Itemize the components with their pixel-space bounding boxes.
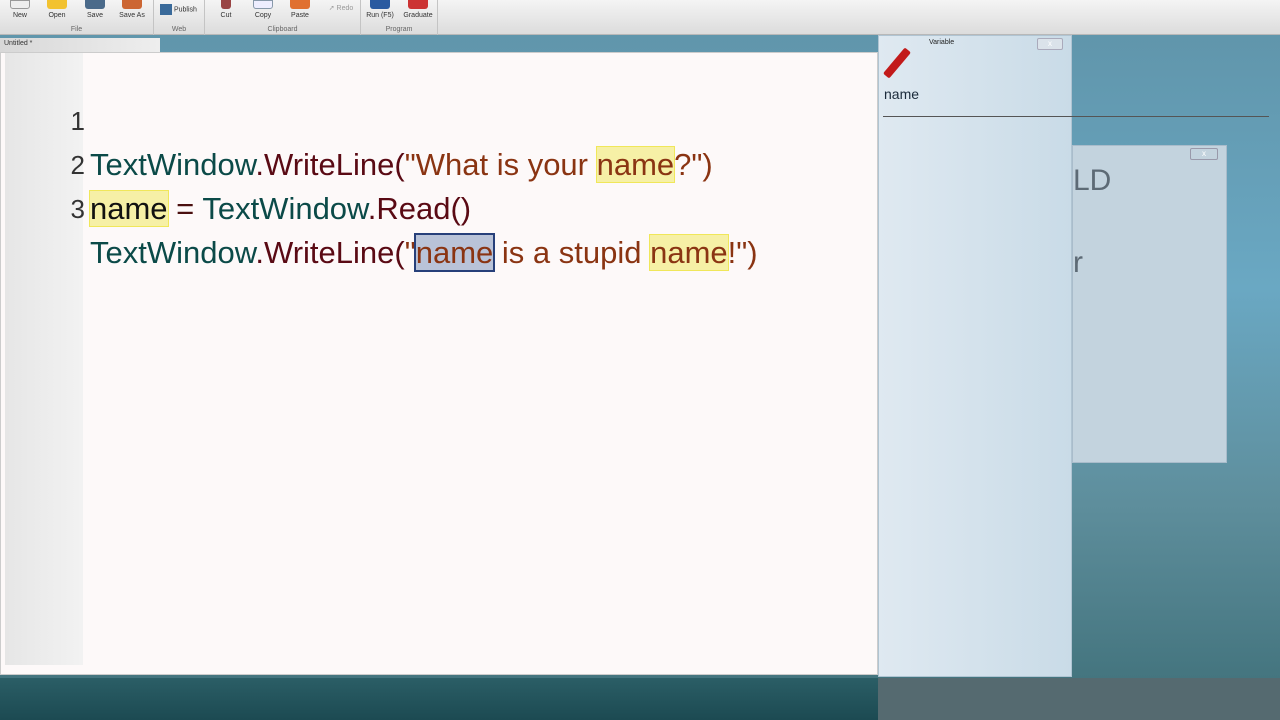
code-line: 2 name = TextWindow.Read() [1,99,471,227]
divider [883,116,1269,117]
cut-button[interactable]: Cut [209,0,243,19]
redo-button[interactable]: ➚ Redo [321,4,361,12]
variable-item[interactable]: name [884,86,919,102]
document-tab[interactable]: Untitled * [0,38,160,52]
save-as-button[interactable]: Save As [115,0,149,19]
highlighted-token: name [649,234,729,271]
open-button[interactable]: Open [40,0,74,19]
highlighted-token: name [89,190,169,227]
token: !") [727,235,758,270]
copy-button[interactable]: Copy [246,0,280,19]
clipboard-group: Cut Copy Paste ➚ Redo Clipboard [205,0,361,35]
variable-panel: Variable x name [878,35,1269,677]
token: TextWindow [90,147,256,182]
publish-button[interactable]: Publish [160,4,202,15]
ribbon-toolbar: New Open Save Save As File Publish Web C… [0,0,1280,35]
selected-token: name [413,233,496,272]
taskbar-right [878,678,1280,720]
paste-button[interactable]: Paste [283,0,317,19]
taskbar [0,678,878,720]
code-line: 3 TextWindow.WriteLine("name is a stupid… [1,143,758,272]
close-button[interactable]: x [1190,148,1218,160]
copy-icon [253,0,273,9]
web-group-label: Web [171,26,187,33]
token: TextWindow [202,191,368,226]
background-window: x LD r [1072,145,1227,463]
graduate-button[interactable]: Graduate [401,0,435,19]
clipboard-group-label: Clipboard [267,26,298,33]
file-group: New Open Save Save As File [0,0,154,35]
token: .WriteLine( [255,235,405,270]
graduate-icon [408,0,428,9]
token: " [404,235,416,270]
panel-title: Variable [929,39,955,46]
code-line: 1 TextWindow.WriteLine("What is your nam… [1,55,713,183]
line-number: 1 [70,106,85,136]
web-group: Publish Web [154,0,205,35]
line-number: 2 [70,150,85,180]
token: ?") [674,147,713,182]
program-group: Run (F5) Graduate Program [361,0,438,35]
save-as-icon [122,0,142,9]
window-text: LD [1073,164,1112,197]
token: .Read() [367,191,472,226]
open-icon [47,0,67,9]
new-button[interactable]: New [3,0,37,19]
highlighted-token: name [595,146,676,183]
token: is a stupid [493,235,651,270]
run-icon [370,0,390,9]
redo-icon: ➚ [328,5,335,12]
save-icon [85,0,105,9]
close-button[interactable]: x [1037,38,1063,50]
new-icon [10,0,30,9]
code-editor[interactable]: 1 TextWindow.WriteLine("What is your nam… [0,52,878,675]
scissors-icon [221,0,231,9]
save-button[interactable]: Save [78,0,112,19]
publish-icon [160,4,172,15]
paste-icon [290,0,310,9]
window-text: r [1073,246,1083,279]
token: TextWindow [90,235,256,270]
file-group-label: File [70,26,83,33]
token: = [167,191,203,226]
run-button[interactable]: Run (F5) [363,0,397,19]
program-group-label: Program [385,26,413,33]
token: "What is your [404,147,597,182]
line-number: 3 [70,194,85,224]
token: .WriteLine( [255,147,405,182]
pencil-icon [883,47,911,79]
